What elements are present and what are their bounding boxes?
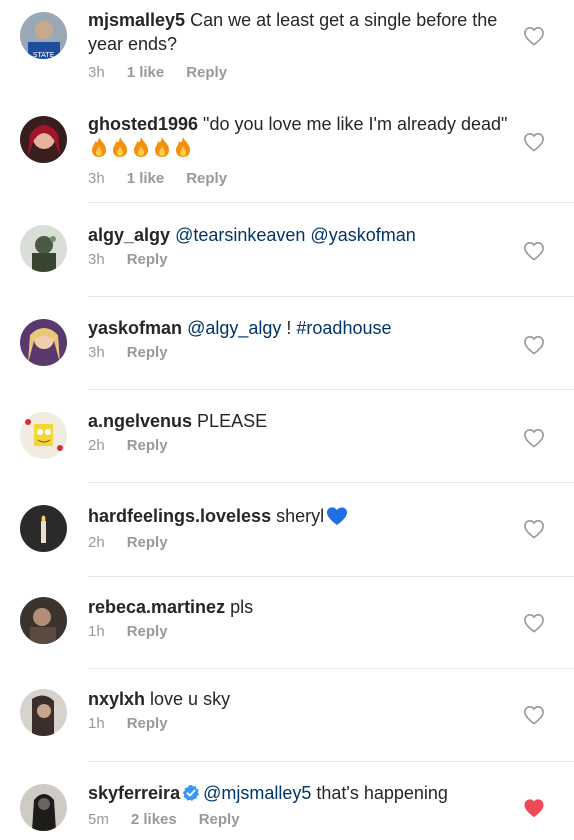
- timestamp: 3h: [88, 251, 105, 268]
- heart-icon[interactable]: [523, 428, 545, 448]
- timestamp: 2h: [88, 534, 105, 551]
- comment-text: rebeca.martinez pls: [88, 595, 508, 619]
- avatar[interactable]: [20, 319, 67, 366]
- timestamp: 3h: [88, 170, 105, 187]
- username[interactable]: mjsmalley5: [88, 10, 185, 30]
- username[interactable]: hardfeelings.loveless: [88, 506, 271, 526]
- reply-button[interactable]: Reply: [127, 437, 168, 454]
- comment-text: a.ngelvenus PLEASE: [88, 409, 508, 433]
- avatar[interactable]: [20, 505, 67, 552]
- timestamp: 3h: [88, 344, 105, 361]
- timestamp: 1h: [88, 623, 105, 640]
- mention-link[interactable]: @algy_algy: [187, 318, 281, 338]
- comment-text: mjsmalley5 Can we at least get a single …: [88, 8, 508, 56]
- comment-body: "do you love me like I'm already dead": [198, 114, 508, 134]
- reply-button[interactable]: Reply: [199, 811, 240, 828]
- comment-text: algy_algy @tearsinkeaven @yaskofman: [88, 223, 508, 247]
- fire-icon: [92, 137, 106, 157]
- comment-body: sheryl: [271, 506, 325, 526]
- liked-heart-icon[interactable]: [523, 798, 545, 818]
- hashtag-link[interactable]: #roadhouse: [296, 318, 391, 338]
- username[interactable]: yaskofman: [88, 318, 182, 338]
- comment-body: pls: [225, 597, 254, 617]
- comment-text: yaskofman @algy_algy ! #roadhouse: [88, 316, 508, 340]
- reply-button[interactable]: Reply: [186, 170, 227, 187]
- heart-icon[interactable]: [523, 26, 545, 46]
- fire-icon: [113, 137, 127, 157]
- reply-button[interactable]: Reply: [186, 64, 227, 81]
- username[interactable]: skyferreira: [88, 783, 180, 803]
- heart-icon[interactable]: [523, 613, 545, 633]
- likes-count[interactable]: 1 like: [127, 64, 165, 81]
- comment-item: ghosted1996 "do you love me like I'm alr…: [0, 92, 574, 202]
- comment-item: nxylxh love u sky 1h Reply: [0, 669, 574, 761]
- heart-icon[interactable]: [523, 335, 545, 355]
- blue-heart-icon: [327, 507, 348, 526]
- comment-text: skyferreira @mjsmalley5 that's happening: [88, 781, 508, 805]
- reply-button[interactable]: Reply: [127, 251, 168, 268]
- heart-icon[interactable]: [523, 705, 545, 725]
- fire-icon: [134, 137, 148, 157]
- mention-link[interactable]: @tearsinkeaven: [175, 225, 305, 245]
- comment-text: ghosted1996 "do you love me like I'm alr…: [88, 112, 508, 160]
- likes-count[interactable]: 1 like: [127, 170, 165, 187]
- mention-link[interactable]: @yaskofman: [310, 225, 415, 245]
- comment-item: hardfeelings.loveless sheryl 2h Reply: [0, 483, 574, 576]
- comment-item: skyferreira @mjsmalley5 that's happening …: [0, 762, 574, 840]
- reply-button[interactable]: Reply: [127, 344, 168, 361]
- heart-icon[interactable]: [523, 519, 545, 539]
- verified-badge-icon: [182, 784, 200, 801]
- timestamp: 2h: [88, 437, 105, 454]
- likes-count[interactable]: 2 likes: [131, 811, 177, 828]
- avatar[interactable]: STATE: [20, 12, 67, 59]
- comment-body: that's happening: [311, 783, 448, 803]
- reply-button[interactable]: Reply: [127, 715, 168, 732]
- comment-item: a.ngelvenus PLEASE 2h Reply: [0, 390, 574, 482]
- comment-item: yaskofman @algy_algy ! #roadhouse 3h Repl…: [0, 297, 574, 389]
- reply-button[interactable]: Reply: [127, 534, 168, 551]
- heart-icon[interactable]: [523, 241, 545, 261]
- avatar[interactable]: [20, 784, 67, 831]
- username[interactable]: algy_algy: [88, 225, 170, 245]
- timestamp: 1h: [88, 715, 105, 732]
- username[interactable]: ghosted1996: [88, 114, 198, 134]
- svg-text:STATE: STATE: [33, 51, 54, 59]
- timestamp: 5m: [88, 811, 109, 828]
- timestamp: 3h: [88, 64, 105, 81]
- fire-icon: [176, 137, 190, 157]
- username[interactable]: nxylxh: [88, 689, 145, 709]
- username[interactable]: a.ngelvenus: [88, 411, 192, 431]
- fire-icon: [155, 137, 169, 157]
- avatar[interactable]: [20, 225, 67, 272]
- comment-item: rebeca.martinez pls 1h Reply: [0, 577, 574, 668]
- comment-body: love u sky: [145, 689, 231, 709]
- comment-text: nxylxh love u sky: [88, 687, 508, 711]
- comment-body: PLEASE: [192, 411, 268, 431]
- username[interactable]: rebeca.martinez: [88, 597, 225, 617]
- avatar[interactable]: [20, 597, 67, 644]
- fire-emoji-group: [88, 137, 193, 158]
- mention-link[interactable]: @mjsmalley5: [203, 783, 311, 803]
- comment-text: hardfeelings.loveless sheryl: [88, 504, 508, 528]
- comment-body: !: [281, 318, 297, 338]
- reply-button[interactable]: Reply: [127, 623, 168, 640]
- comment-item: STATE mjsmalley5 Can we at least get a s…: [0, 0, 574, 92]
- avatar[interactable]: [20, 412, 67, 459]
- heart-icon[interactable]: [523, 132, 545, 152]
- comment-item: algy_algy @tearsinkeaven @yaskofman 3h Re…: [0, 203, 574, 296]
- avatar[interactable]: [20, 689, 67, 736]
- avatar[interactable]: [20, 116, 67, 163]
